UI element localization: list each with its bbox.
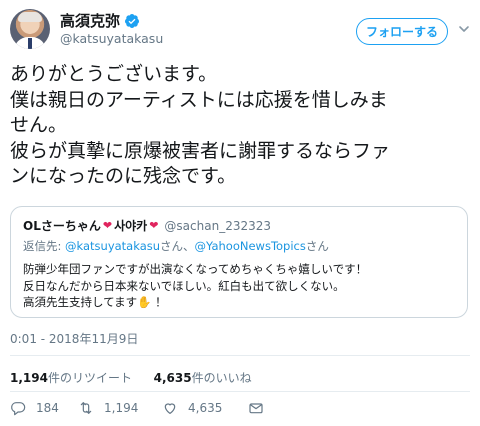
quoted-tweet-header: OLさーちゃん ❤ 사야카 ❤ @sachan_232323 — [23, 217, 271, 234]
chevron-down-icon[interactable] — [458, 23, 470, 35]
tweet-actions: 184 1,194 4,635 — [10, 400, 470, 420]
tweet-stats: 1,194件のリツイート 4,635件のいいね — [10, 369, 252, 386]
reply-icon — [11, 402, 26, 416]
retweet-count: 1,194 — [104, 401, 139, 415]
like-button[interactable]: 4,635 — [162, 400, 222, 416]
retweets-count[interactable]: 1,194 — [10, 371, 48, 385]
reply-prefix: 返信先: — [23, 239, 66, 253]
divider — [10, 355, 470, 356]
retweets-label[interactable]: 件のリツイート — [48, 371, 132, 385]
quoted-tweet[interactable]: OLさーちゃん ❤ 사야카 ❤ @sachan_232323 返信先: @kat… — [10, 206, 468, 318]
quoted-author-name-korean: 사야카 — [114, 219, 148, 233]
heart-emoji-icon: ❤ — [149, 219, 159, 232]
likes-label[interactable]: 件のいいね — [192, 371, 252, 385]
verified-badge-icon — [125, 13, 140, 28]
retweet-icon — [80, 402, 92, 414]
reply-mention-katsuyatakasu[interactable]: @katsuyatakasu — [65, 239, 160, 253]
follow-button[interactable]: フォローする — [356, 18, 448, 45]
quoted-tweet-body: 防弾少年団ファンですが出演なくなってめちゃくちゃ嬉しいです！ 反日なんだから日本… — [23, 261, 453, 311]
direct-message-button[interactable] — [248, 400, 274, 416]
envelope-icon — [249, 403, 263, 414]
tweet-timestamp[interactable]: 0:01 - 2018年11月9日 — [10, 330, 138, 347]
divider — [10, 391, 470, 392]
reply-mention-yahoonewstopics[interactable]: @YahooNewsTopics — [195, 239, 306, 253]
raised-hand-emoji: ✋ — [137, 295, 152, 309]
reply-count: 184 — [36, 401, 59, 415]
reply-to-line: 返信先: @katsuyatakasuさん、@YahooNewsTopicsさん — [23, 238, 329, 254]
heart-emoji-icon: ❤ — [102, 219, 113, 232]
quoted-tweet-text-end: ！ — [151, 295, 167, 309]
reply-button[interactable]: 184 — [10, 400, 59, 416]
quoted-tweet-text: 防弾少年団ファンですが出演なくなってめちゃくちゃ嬉しいです！ 反日なんだから日本… — [23, 262, 368, 309]
heart-icon — [164, 403, 176, 414]
quoted-author-handle: @sachan_232323 — [164, 218, 271, 233]
like-count: 4,635 — [188, 401, 223, 415]
tweet-header: 高須克弥 @katsuyatakasu フォローする — [10, 9, 470, 55]
author-handle[interactable]: @katsuyatakasu — [60, 31, 163, 46]
retweet-button[interactable]: 1,194 — [78, 400, 138, 416]
author-avatar[interactable] — [10, 9, 50, 49]
author-name-row: 高須克弥 — [60, 10, 140, 31]
likes-count[interactable]: 4,635 — [154, 371, 192, 385]
author-display-name[interactable]: 高須克弥 — [60, 10, 120, 31]
reply-san: さん — [305, 239, 329, 253]
quoted-author-name: OLさーちゃん — [23, 219, 101, 233]
tweet-text: ありがとうございます。 僕は親日のアーティストには応援を惜しみま せん。 彼らが… — [10, 63, 391, 187]
reply-san: さん、 — [160, 239, 195, 253]
